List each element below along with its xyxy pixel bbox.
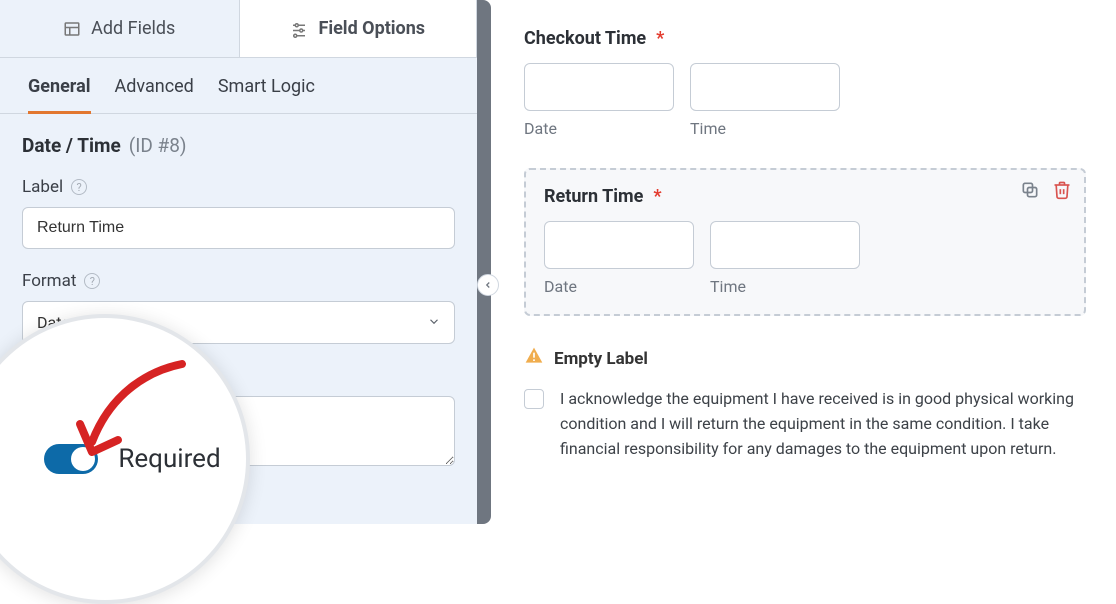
layout-icon — [63, 20, 81, 38]
field-label: Return Time — [544, 186, 643, 207]
warning-icon — [524, 346, 544, 371]
tab-add-fields-label: Add Fields — [91, 18, 175, 39]
date-sublabel: Date — [544, 277, 694, 296]
time-sublabel: Time — [690, 119, 840, 138]
selected-field-heading: Date / Time (ID #8) — [22, 134, 455, 157]
tab-field-options-label: Field Options — [318, 18, 425, 39]
format-caption: Format — [22, 271, 76, 291]
checkbox-input[interactable] — [524, 389, 544, 409]
field-label: Checkout Time — [524, 28, 646, 49]
required-star-icon: * — [653, 186, 661, 207]
tab-add-fields[interactable]: Add Fields — [0, 0, 239, 57]
label-caption: Label — [22, 177, 63, 197]
field-id: (ID #8) — [129, 134, 187, 157]
delete-field-button[interactable] — [1052, 180, 1072, 204]
date-input[interactable] — [524, 63, 674, 111]
sliders-icon — [290, 20, 308, 38]
date-input[interactable] — [544, 221, 694, 269]
sub-tab-general[interactable]: General — [28, 76, 91, 114]
field-type-name: Date / Time — [22, 134, 121, 157]
required-star-icon: * — [656, 28, 664, 49]
time-input[interactable] — [690, 63, 840, 111]
field-return-time[interactable]: Return Time * Date Time — [524, 168, 1086, 316]
collapse-sidebar-button[interactable] — [477, 274, 499, 296]
top-tab-strip: Add Fields Field Options — [0, 0, 477, 58]
form-preview: Checkout Time * Date Time — [478, 0, 1116, 524]
sub-tab-strip: General Advanced Smart Logic — [0, 58, 477, 114]
label-row: Label ? — [22, 177, 455, 249]
field-acknowledgement[interactable]: Empty Label I acknowledge the equipment … — [524, 346, 1086, 461]
required-label: Required — [118, 444, 220, 474]
time-input[interactable] — [710, 221, 860, 269]
help-icon[interactable]: ? — [71, 179, 87, 195]
empty-label-title: Empty Label — [554, 349, 648, 369]
sidebar: Add Fields Field Options General Advance… — [0, 0, 478, 524]
time-sublabel: Time — [710, 277, 860, 296]
help-icon[interactable]: ? — [84, 273, 100, 289]
label-input[interactable] — [22, 207, 455, 249]
tab-field-options[interactable]: Field Options — [239, 0, 478, 57]
field-checkout-time[interactable]: Checkout Time * Date Time — [524, 28, 1086, 138]
duplicate-field-button[interactable] — [1020, 180, 1040, 204]
date-sublabel: Date — [524, 119, 674, 138]
sub-tab-smart-logic[interactable]: Smart Logic — [218, 76, 315, 114]
checkbox-text: I acknowledge the equipment I have recei… — [560, 387, 1086, 461]
sub-tab-advanced[interactable]: Advanced — [115, 76, 194, 114]
required-toggle[interactable] — [44, 444, 98, 474]
sidebar-gutter — [477, 0, 491, 524]
